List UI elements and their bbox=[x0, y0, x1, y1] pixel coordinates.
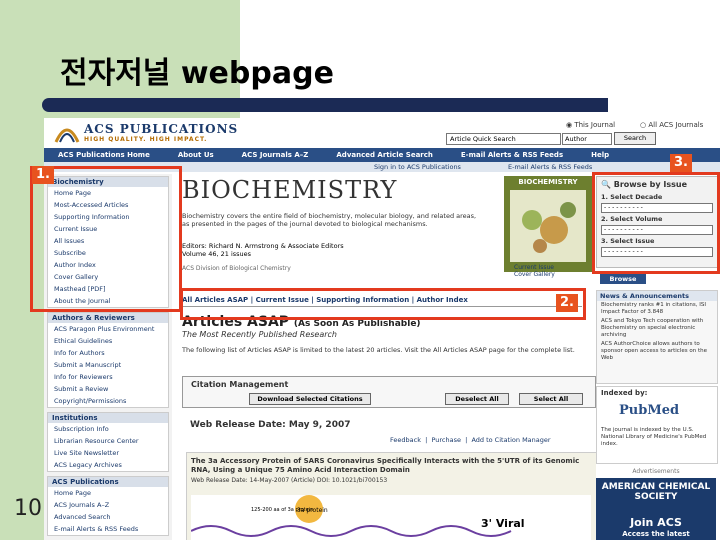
citation-title: Citation Management bbox=[191, 380, 289, 389]
acs-tagline: HIGH QUALITY. HIGH IMPACT. bbox=[84, 136, 208, 143]
article-title[interactable]: The 3a Accessory Protein of SARS Coronav… bbox=[191, 457, 591, 475]
institutions-menu-item[interactable]: ACS Legacy Archives bbox=[48, 459, 168, 471]
acs-menu-item[interactable]: Home Page bbox=[48, 487, 168, 499]
web-release-date: Web Release Date: May 9, 2007 bbox=[190, 420, 351, 430]
download-citations-button[interactable]: Download Selected Citations bbox=[249, 393, 371, 405]
authors-menu-item[interactable]: Info for Reviewers bbox=[48, 371, 168, 383]
institutions-menu-head: Institutions bbox=[48, 413, 168, 423]
article-graphic: 3a protein 125-200 aa of 3a protein 3' V… bbox=[191, 495, 591, 540]
alerts-link[interactable]: E-mail Alerts & RSS Feeds bbox=[508, 162, 592, 172]
deselect-all-button[interactable]: Deselect All bbox=[445, 393, 509, 405]
journal-cover-image[interactable]: BIOCHEMISTRY bbox=[504, 176, 592, 272]
news-head: News & Announcements bbox=[597, 291, 717, 301]
nav-about-us[interactable]: About Us bbox=[164, 148, 228, 162]
annotation-box-3 bbox=[592, 172, 720, 274]
nav-acs-home[interactable]: ACS Publications Home bbox=[44, 148, 164, 162]
article-meta: Web Release Date: 14-May-2007 (Article) … bbox=[191, 477, 388, 484]
institutions-menu-item[interactable]: Live Site Newsletter bbox=[48, 447, 168, 459]
nav-journals-az[interactable]: ACS Journals A–Z bbox=[228, 148, 323, 162]
journal-title: BIOCHEMISTRY bbox=[182, 176, 398, 204]
acs-logo-icon bbox=[54, 128, 80, 143]
indexed-head: Indexed by: bbox=[601, 389, 648, 397]
cover-gallery-link[interactable]: Cover Gallery bbox=[514, 271, 555, 278]
institutions-menu-box: Institutions Subscription Info Librarian… bbox=[47, 412, 169, 472]
authors-menu-head: Authors & Reviewers bbox=[48, 313, 168, 323]
title-underline-bar bbox=[42, 98, 608, 112]
nav-help[interactable]: Help bbox=[577, 148, 623, 162]
acs-menu-head: ACS Publications bbox=[48, 477, 168, 487]
article-entry: The 3a Accessory Protein of SARS Coronav… bbox=[186, 452, 598, 540]
news-panel: News & Announcements Biochemistry ranks … bbox=[596, 290, 718, 384]
radio-this-journal[interactable]: ◉ This Journal bbox=[566, 121, 615, 129]
acs-menu-item[interactable]: ACS Journals A–Z bbox=[48, 499, 168, 511]
ad-society-name: AMERICAN CHEMICAL SOCIETY bbox=[601, 482, 711, 502]
authors-menu-box: Authors & Reviewers ACS Paragon Plus Env… bbox=[47, 312, 169, 408]
annotation-box-1 bbox=[30, 166, 182, 312]
acs-menu-item[interactable]: Advanced Search bbox=[48, 511, 168, 523]
nav-email-alerts[interactable]: E-mail Alerts & RSS Feeds bbox=[447, 148, 577, 162]
authors-menu-item[interactable]: Info for Authors bbox=[48, 347, 168, 359]
editors-line: Editors: Richard N. Armstrong & Associat… bbox=[182, 242, 344, 250]
radio-all-journals[interactable]: ○ All ACS Journals bbox=[640, 121, 703, 129]
nav-advanced-search[interactable]: Advanced Article Search bbox=[322, 148, 447, 162]
acs-ad-banner[interactable]: AMERICAN CHEMICAL SOCIETY Join ACS Acces… bbox=[596, 478, 716, 540]
slide-title: 전자저널 webpage bbox=[60, 56, 334, 91]
citation-management-panel: Citation Management Download Selected Ci… bbox=[182, 376, 596, 408]
news-item[interactable]: Biochemistry ranks #1 in citations, ISI … bbox=[597, 301, 717, 317]
news-item[interactable]: ACS and Tokyo Tech cooperation with Bioc… bbox=[597, 317, 717, 340]
acs-logo-text: ACS PUBLICATIONS bbox=[84, 122, 239, 136]
indexed-description: The journal is indexed by the U.S. Natio… bbox=[601, 427, 707, 447]
authors-menu-item[interactable]: ACS Paragon Plus Environment bbox=[48, 323, 168, 335]
annotation-label-3: 3. bbox=[670, 154, 692, 172]
authors-menu-item[interactable]: Copyright/Permissions bbox=[48, 395, 168, 407]
volume-line: Volume 46, 21 issues bbox=[182, 250, 252, 258]
acs-header: ACS PUBLICATIONS HIGH QUALITY. HIGH IMPA… bbox=[44, 118, 720, 148]
slide-number: 10 bbox=[14, 496, 42, 521]
ad-join: Join ACS bbox=[630, 516, 682, 529]
asap-title-paren: (As Soon As Publishable) bbox=[293, 319, 421, 329]
journal-description: Biochemistry covers the entire field of … bbox=[182, 212, 477, 228]
current-issue-link[interactable]: Current Issue bbox=[514, 264, 555, 271]
select-all-button[interactable]: Select All bbox=[519, 393, 583, 405]
quick-search-field-select[interactable]: Author bbox=[562, 133, 612, 145]
acs-menu-item[interactable]: E-mail Alerts & RSS Feeds bbox=[48, 523, 168, 535]
quick-search-button[interactable]: Search bbox=[614, 132, 656, 145]
purchase-link[interactable]: Purchase bbox=[431, 436, 461, 444]
asap-subtitle: The Most Recently Published Research bbox=[182, 330, 338, 339]
article-actions: Feedback | Purchase | Add to Citation Ma… bbox=[390, 436, 551, 444]
authors-menu-item[interactable]: Ethical Guidelines bbox=[48, 335, 168, 347]
cover-caption: Current Issue Cover Gallery bbox=[514, 264, 555, 278]
asap-description: The following list of Articles ASAP is l… bbox=[182, 346, 575, 354]
pubmed-logo[interactable]: PubMed bbox=[619, 403, 679, 418]
division-line: ACS Division of Biological Chemistry bbox=[182, 265, 291, 272]
news-item[interactable]: ACS AuthorChoice allows authors to spons… bbox=[597, 340, 717, 363]
main-navbar: ACS Publications Home About Us ACS Journ… bbox=[44, 148, 720, 162]
annotation-label-2: 2. bbox=[556, 294, 578, 312]
institutions-menu-item[interactable]: Subscription Info bbox=[48, 423, 168, 435]
radio-all-label: All ACS Journals bbox=[648, 121, 704, 129]
quick-search-input[interactable]: Article Quick Search bbox=[446, 133, 561, 145]
signin-link[interactable]: Sign in to ACS Publications bbox=[374, 162, 461, 172]
browse-button[interactable]: Browse bbox=[600, 274, 646, 284]
radio-this-label: This Journal bbox=[574, 121, 616, 129]
diagram-viral-label: 3' Viral bbox=[481, 517, 525, 530]
feedback-link[interactable]: Feedback bbox=[390, 436, 421, 444]
annotation-box-2 bbox=[180, 288, 586, 320]
authors-menu-item[interactable]: Submit a Manuscript bbox=[48, 359, 168, 371]
add-citation-link[interactable]: Add to Citation Manager bbox=[471, 436, 550, 444]
institutions-menu-item[interactable]: Librarian Resource Center bbox=[48, 435, 168, 447]
advertisements-label: Advertisements bbox=[632, 468, 680, 475]
cover-title: BIOCHEMISTRY bbox=[518, 178, 578, 186]
annotation-label-1: 1. bbox=[32, 166, 54, 184]
authors-menu-item[interactable]: Submit a Review bbox=[48, 383, 168, 395]
cover-molecule-image bbox=[510, 190, 586, 262]
indexed-by-panel: Indexed by: PubMed The journal is indexe… bbox=[596, 386, 718, 464]
acs-menu-box: ACS Publications Home Page ACS Journals … bbox=[47, 476, 169, 536]
ad-subtext: Access the latest bbox=[622, 530, 690, 538]
journal-editors: Editors: Richard N. Armstrong & Associat… bbox=[182, 242, 482, 258]
diagram-aa-label: 125-200 aa of 3a protein bbox=[251, 507, 313, 513]
